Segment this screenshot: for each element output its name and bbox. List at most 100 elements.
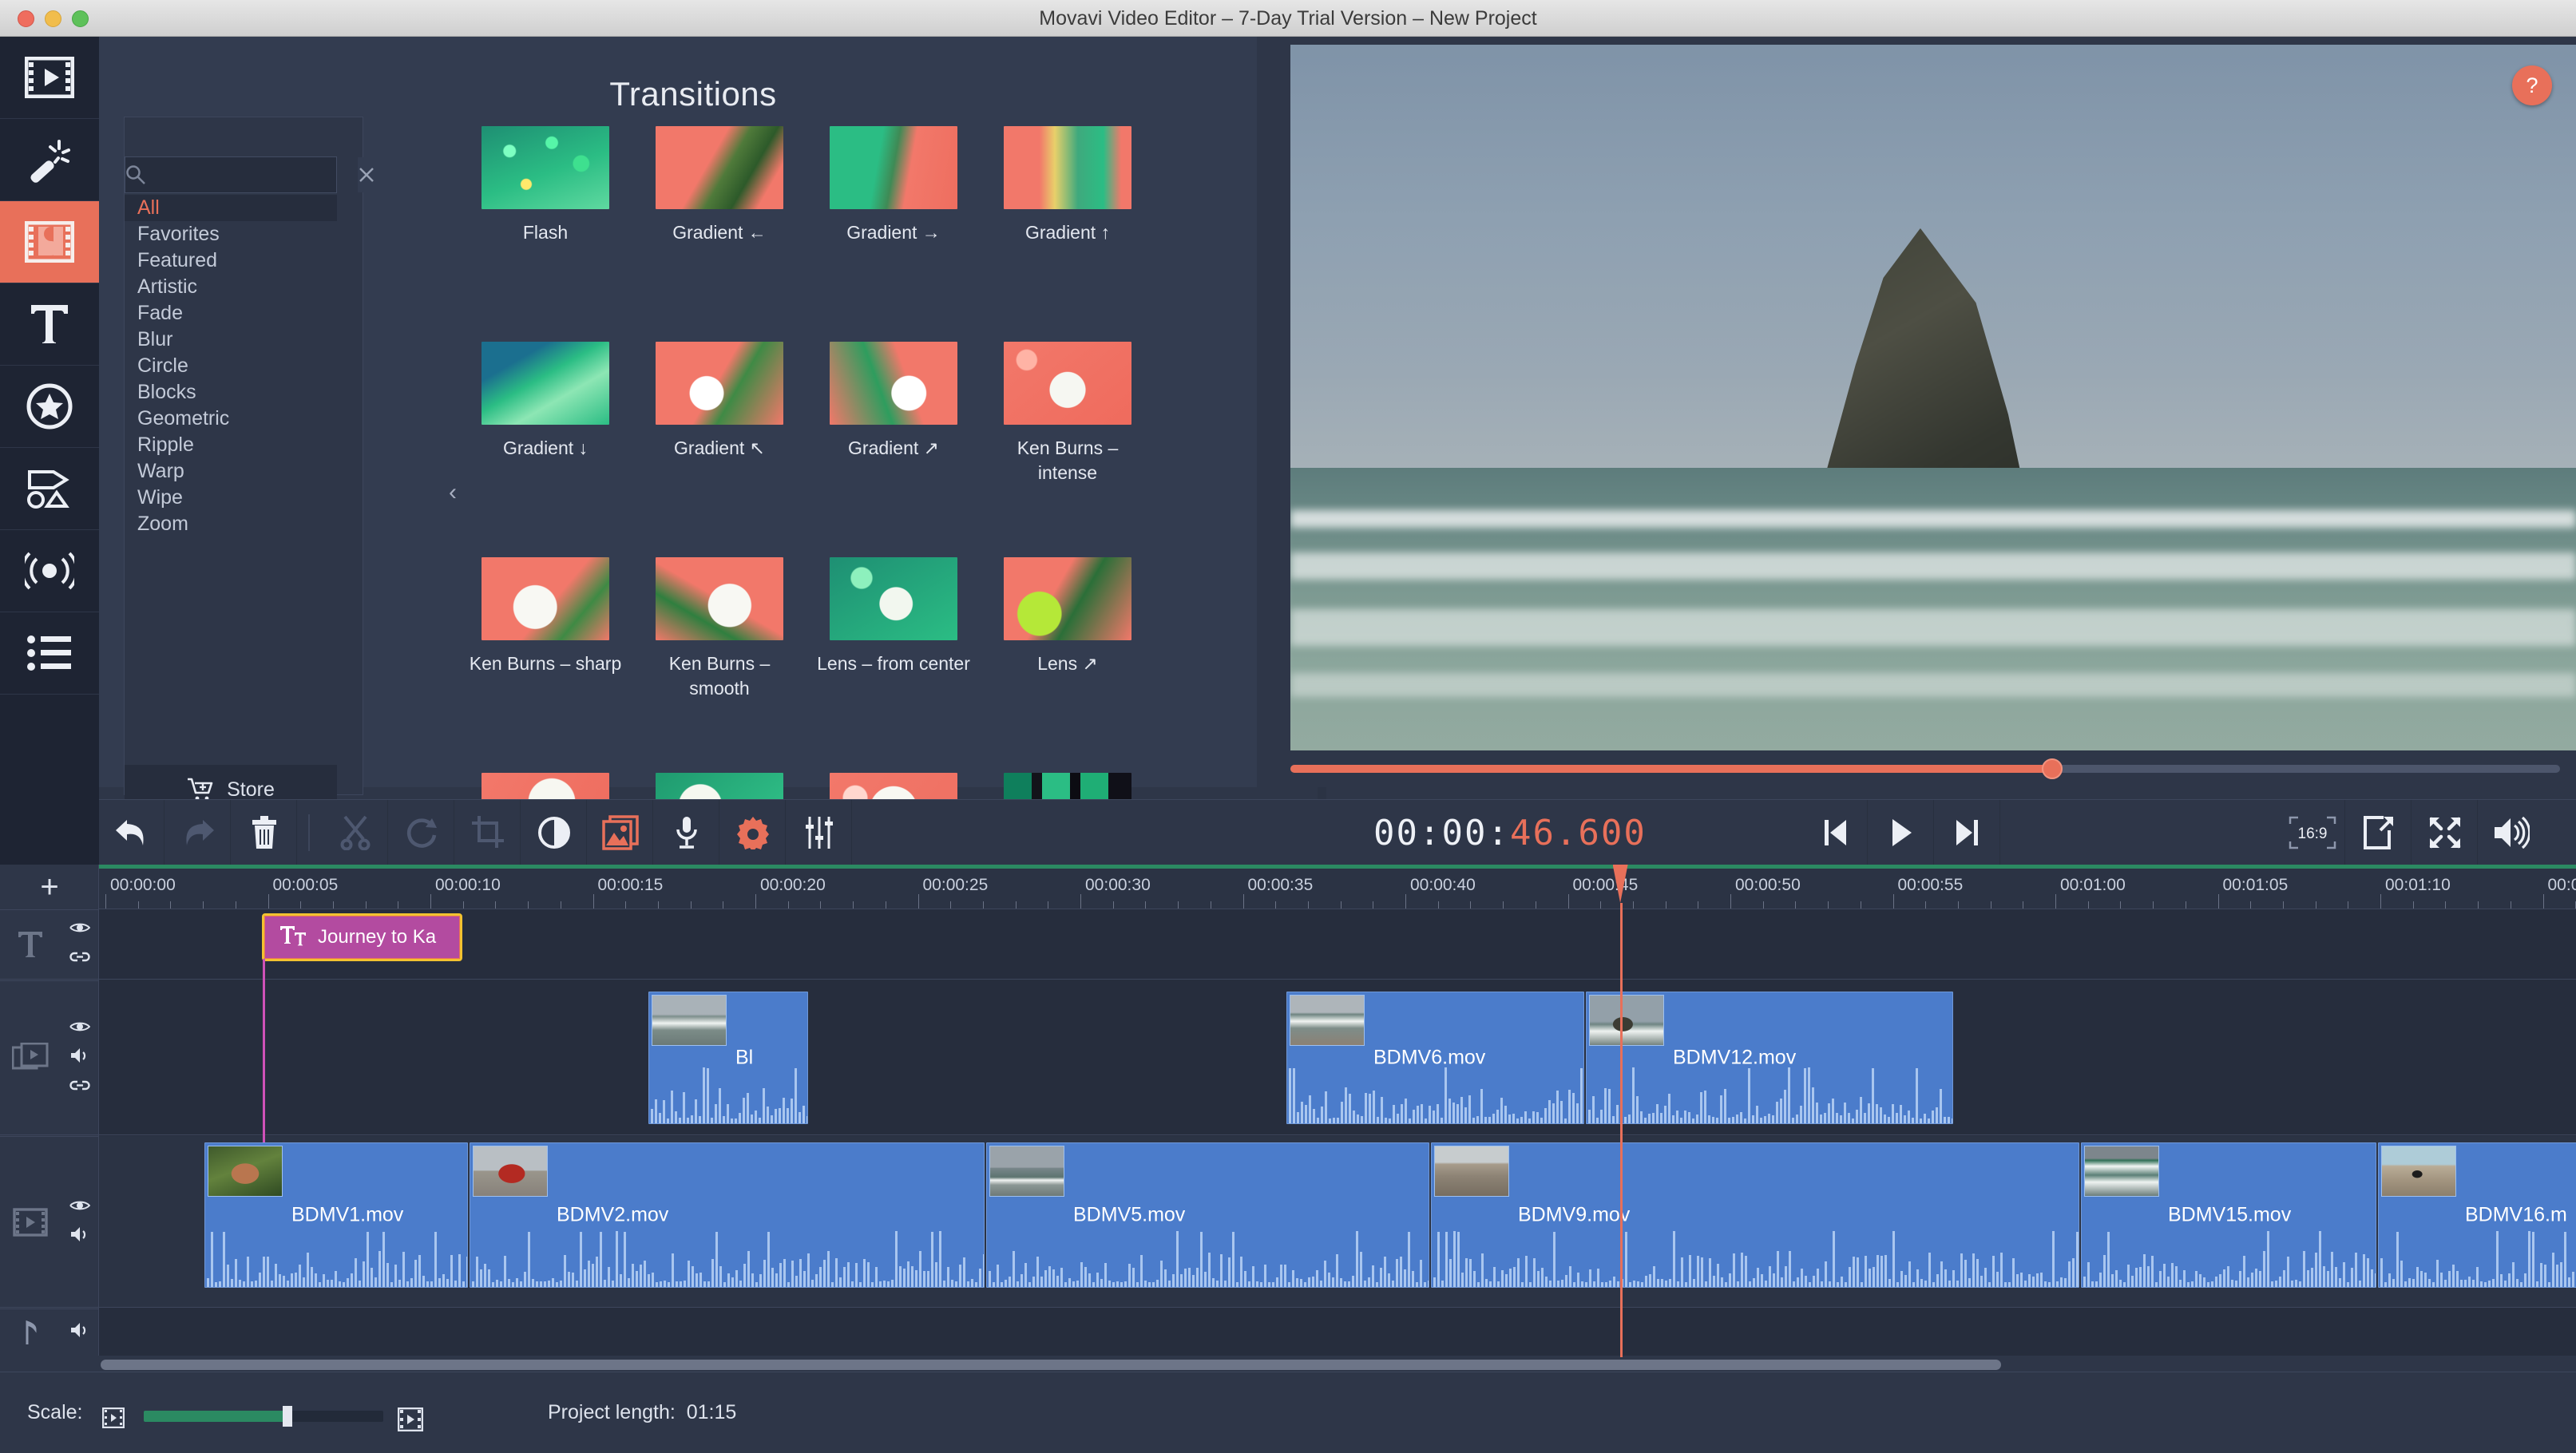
fullscreen-button[interactable] [2412, 800, 2478, 865]
audio-mixer-button[interactable] [787, 800, 852, 865]
add-track-button[interactable]: + [0, 865, 99, 909]
speaker-icon[interactable] [69, 1226, 90, 1246]
track-header-audio[interactable] [0, 1308, 99, 1355]
play-button[interactable] [1869, 800, 1934, 865]
category-item-blocks[interactable]: Blocks [125, 379, 337, 406]
category-item-zoom[interactable]: Zoom [125, 511, 337, 537]
split-button[interactable] [323, 800, 388, 865]
rotate-button[interactable] [389, 800, 454, 865]
eye-icon[interactable] [69, 1198, 91, 1217]
undo-button[interactable] [99, 800, 164, 865]
category-item-featured[interactable]: Featured [125, 247, 337, 274]
timeline-video-clip[interactable]: BDMV15.mov [2081, 1142, 2376, 1288]
transition-tile[interactable]: Ken Burns – smooth [632, 557, 806, 773]
color-adjust-button[interactable] [521, 800, 587, 865]
video-preview[interactable]: ? [1290, 45, 2576, 750]
category-item-artistic[interactable]: Artistic [125, 274, 337, 300]
timeline-track-titles[interactable]: Journey to Ka [99, 909, 2576, 980]
timeline-hscrollbar-thumb[interactable] [101, 1360, 2001, 1370]
link-icon[interactable] [69, 1077, 90, 1097]
search-box[interactable] [125, 156, 375, 193]
track-toggles-titles[interactable] [61, 920, 99, 968]
next-frame-button[interactable] [1935, 800, 2000, 865]
timeline-title-clip[interactable]: Journey to Ka [262, 913, 462, 961]
timeline-video-clip[interactable]: BDMV2.mov [470, 1142, 985, 1288]
rail-item-import-media[interactable] [0, 37, 99, 119]
timeline-hscrollbar[interactable] [99, 1357, 2576, 1372]
transition-tile[interactable]: Gradient ↗ [806, 342, 981, 557]
track-toggles-audio[interactable] [61, 1322, 99, 1342]
snapshot-button[interactable] [2346, 800, 2412, 865]
category-item-wipe[interactable]: Wipe [125, 485, 337, 511]
rail-item-stickers[interactable] [0, 366, 99, 448]
crop-button[interactable] [455, 800, 521, 865]
rail-item-callouts[interactable] [0, 448, 99, 530]
rail-item-transitions[interactable] [0, 201, 99, 283]
volume-button[interactable] [2479, 800, 2544, 865]
eye-icon[interactable] [69, 1019, 91, 1038]
transition-tile[interactable]: Gradient → [806, 126, 981, 342]
transition-tile[interactable]: Ken Burns – intense [981, 342, 1155, 557]
category-list[interactable]: All Favorites Featured Artistic Fade Blur Circ… [125, 193, 337, 537]
transition-tile[interactable]: Lens ↗ [981, 557, 1155, 773]
transitions-grid-viewport[interactable]: Flash Gradient ← Gradient → Gradient ↑ Gradi… [458, 126, 1317, 805]
transition-tile[interactable]: Gradient ↓ [458, 342, 632, 557]
timeline-body[interactable]: Journey to Ka Bl BDMV6.mov BDMV12.mov BDMV… [99, 909, 2576, 1356]
rail-item-more-tools[interactable] [0, 612, 99, 695]
category-item-ripple[interactable]: Ripple [125, 432, 337, 458]
timeline-video-clip[interactable]: BDMV6.mov [1286, 992, 1584, 1124]
timeline-video-clip[interactable]: BDMV5.mov [986, 1142, 1429, 1288]
timeline-track-main[interactable]: BDMV1.mov BDMV2.mov BDMV5.mov BDMV9.mov BDMV… [99, 1136, 2576, 1308]
timeline-video-clip[interactable]: BDMV9.mov [1431, 1142, 2079, 1288]
track-header-titles[interactable] [0, 909, 99, 980]
category-item-circle[interactable]: Circle [125, 353, 337, 379]
delete-button[interactable] [232, 800, 297, 865]
zoom-in-film-icon[interactable] [397, 1407, 424, 1435]
transition-tile[interactable]: Ken Burns – sharp [458, 557, 632, 773]
rail-item-filters[interactable] [0, 119, 99, 201]
speaker-icon[interactable] [69, 1322, 90, 1342]
track-header-main-video[interactable] [0, 1136, 99, 1308]
timeline-track-overlay[interactable]: Bl BDMV6.mov BDMV12.mov [99, 980, 2576, 1135]
current-timecode[interactable]: 00:00: 46.600 [1373, 813, 1647, 853]
rail-item-titles[interactable] [0, 283, 99, 366]
rail-item-animation[interactable] [0, 530, 99, 612]
record-audio-button[interactable] [654, 800, 719, 865]
timeline-video-clip[interactable]: BDMV12.mov [1586, 992, 1953, 1124]
previous-frame-button[interactable] [1802, 800, 1868, 865]
scale-slider[interactable] [144, 1406, 383, 1427]
seekbar-handle[interactable] [2042, 758, 2063, 779]
clip-properties-button[interactable] [720, 800, 786, 865]
search-input[interactable] [146, 158, 358, 192]
track-toggles-main[interactable] [61, 1198, 99, 1246]
speaker-icon[interactable] [69, 1047, 90, 1067]
timeline-video-clip[interactable]: BDMV1.mov [204, 1142, 468, 1288]
category-item-geometric[interactable]: Geometric [125, 406, 337, 432]
zoom-out-film-icon[interactable] [101, 1407, 125, 1432]
transition-tile[interactable]: Gradient ↑ [981, 126, 1155, 342]
category-item-blur[interactable]: Blur [125, 327, 337, 353]
track-header-overlay[interactable] [0, 980, 99, 1135]
track-toggles-overlay[interactable] [61, 1019, 99, 1097]
aspect-ratio-button[interactable]: 16:9 [2280, 800, 2345, 865]
transition-tile[interactable]: Gradient ← [632, 126, 806, 342]
timeline-video-clip[interactable]: Bl [648, 992, 808, 1124]
category-item-favorites[interactable]: Favorites [125, 221, 337, 247]
eye-icon[interactable] [69, 920, 91, 939]
transition-tile[interactable]: Gradient ↖ [632, 342, 806, 557]
category-item-fade[interactable]: Fade [125, 300, 337, 327]
help-button[interactable]: ? [2512, 65, 2552, 105]
category-item-all[interactable]: All [125, 195, 337, 221]
category-item-warp[interactable]: Warp [125, 458, 337, 485]
link-icon[interactable] [69, 948, 90, 968]
timeline-ruler[interactable]: 00:00:00 00:00:05 00:00:10 00:00:15 00:00:20… [99, 865, 2576, 909]
scale-slider-handle[interactable] [283, 1406, 292, 1427]
preview-seekbar[interactable] [1290, 758, 2560, 779]
image-button[interactable] [588, 800, 653, 865]
transition-tile[interactable]: Flash [458, 126, 632, 342]
clear-search-icon[interactable] [358, 157, 375, 192]
transition-tile[interactable]: Lens – from center [806, 557, 981, 773]
collapse-panel-button[interactable]: ‹ [444, 472, 462, 513]
timeline-video-clip[interactable]: BDMV16.m [2378, 1142, 2576, 1288]
redo-button[interactable] [165, 800, 231, 865]
